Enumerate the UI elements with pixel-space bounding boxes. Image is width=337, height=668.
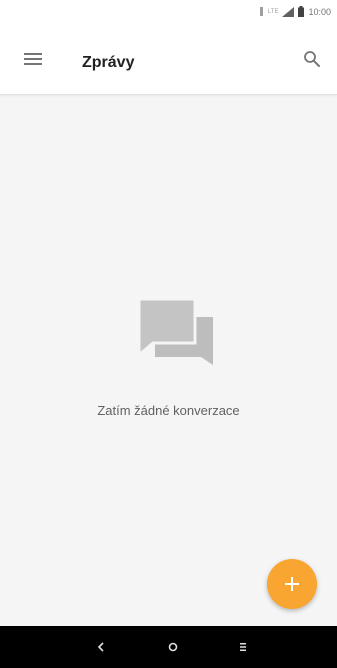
vibrate-icon (259, 7, 264, 16)
home-icon[interactable] (166, 640, 180, 654)
status-bar: LTE 10:00 (0, 0, 337, 26)
menu-icon[interactable] (24, 52, 42, 66)
plus-icon (285, 577, 299, 591)
signal-icon (282, 6, 295, 17)
battery-icon (298, 6, 305, 17)
back-icon[interactable] (94, 640, 108, 654)
status-time: 10:00 (308, 6, 331, 17)
app-bar: Zprávy (0, 26, 337, 95)
system-nav-bar (0, 626, 337, 668)
new-conversation-button[interactable] (267, 559, 317, 609)
messages-screen: LTE 10:00 Zprávy Zatím žádné konverzace (0, 0, 337, 668)
recents-icon[interactable] (236, 640, 250, 654)
empty-state-text: Zatím žádné konverzace (97, 403, 240, 418)
conversation-bubbles-icon (133, 293, 219, 379)
network-type-label: LTE (267, 8, 279, 15)
search-icon[interactable] (303, 50, 321, 68)
page-title: Zprávy (82, 54, 135, 71)
status-icons: LTE 10:00 (259, 6, 331, 17)
